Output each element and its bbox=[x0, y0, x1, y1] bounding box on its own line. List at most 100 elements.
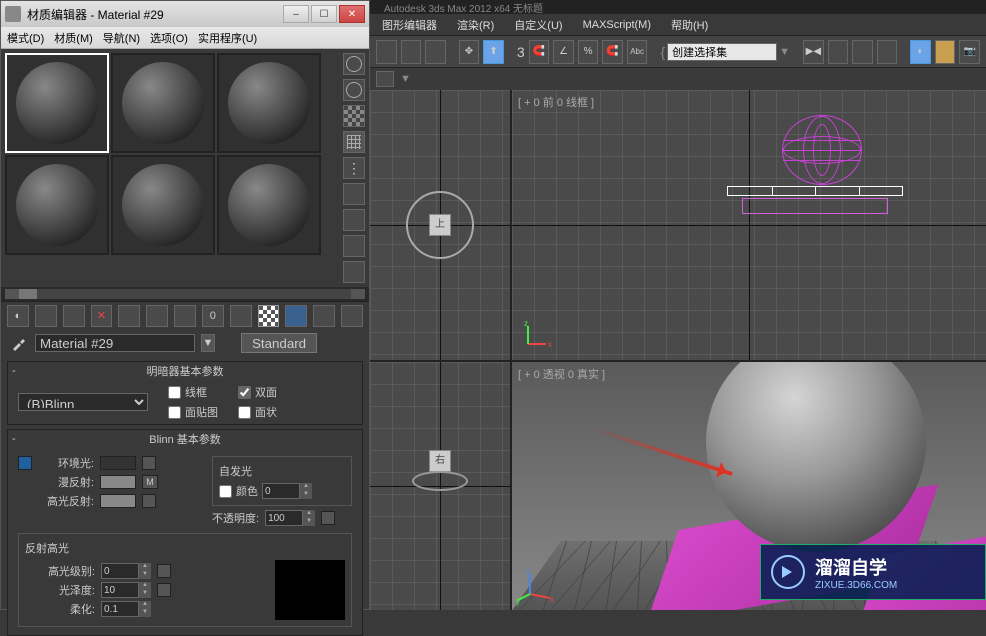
render-setup-button[interactable] bbox=[935, 40, 956, 64]
render-frame-button[interactable]: 📷 bbox=[959, 40, 980, 64]
assign-to-selection-button[interactable] bbox=[63, 305, 85, 327]
bind-spacewarp-button[interactable] bbox=[425, 40, 446, 64]
maximize-button[interactable]: ☐ bbox=[311, 5, 337, 23]
menu-navigate[interactable]: 导航(N) bbox=[103, 30, 140, 46]
snap-options-button[interactable]: Abc bbox=[627, 40, 648, 64]
spec-level-map-button[interactable] bbox=[157, 564, 171, 578]
named-selection-input[interactable] bbox=[667, 43, 777, 61]
opacity-value[interactable] bbox=[265, 510, 303, 526]
self-illum-value[interactable] bbox=[262, 483, 300, 499]
backlight-button[interactable] bbox=[343, 79, 365, 101]
soften-input[interactable] bbox=[101, 601, 139, 617]
select-by-material-button[interactable] bbox=[343, 235, 365, 257]
viewport-left[interactable]: 右 bbox=[370, 362, 510, 610]
layer-manager-button[interactable] bbox=[852, 40, 873, 64]
show-map-in-viewport-button[interactable] bbox=[258, 305, 280, 327]
sample-slot-2[interactable] bbox=[111, 53, 215, 153]
percent-snap-button[interactable]: % bbox=[578, 40, 599, 64]
rollout-header[interactable]: - Blinn 基本参数 bbox=[8, 430, 362, 448]
make-unique-button[interactable] bbox=[146, 305, 168, 327]
sample-slot-1[interactable] bbox=[5, 53, 109, 153]
viewport-top[interactable]: 上 bbox=[370, 90, 510, 360]
box-wireframe[interactable] bbox=[742, 198, 888, 214]
go-forward-button[interactable] bbox=[341, 305, 363, 327]
sample-slot-6[interactable] bbox=[217, 155, 321, 255]
select-object-button[interactable]: ✥ bbox=[459, 40, 480, 64]
material-id-button[interactable]: 0 bbox=[202, 305, 224, 327]
curve-editor-button[interactable] bbox=[877, 40, 898, 64]
viewport-front[interactable]: [ + 0 前 0 线框 ] xz bbox=[512, 90, 986, 360]
specular-color-swatch[interactable] bbox=[100, 494, 136, 508]
sample-slot-4[interactable] bbox=[5, 155, 109, 255]
box-wireframe-selected[interactable] bbox=[727, 186, 903, 196]
viewport-label[interactable]: [ + 0 透视 0 真实 ] bbox=[518, 366, 605, 382]
mirror-button[interactable]: ▶◀ bbox=[803, 40, 824, 64]
sample-uv-button[interactable] bbox=[343, 131, 365, 153]
opacity-map-button[interactable] bbox=[321, 511, 335, 525]
unlink-button[interactable] bbox=[401, 40, 422, 64]
gloss-input[interactable] bbox=[101, 582, 139, 598]
sub-tool-1[interactable] bbox=[376, 71, 394, 87]
select-link-button[interactable] bbox=[376, 40, 397, 64]
show-end-result-button[interactable] bbox=[230, 305, 252, 327]
sample-type-button[interactable] bbox=[343, 53, 365, 75]
put-to-scene-button[interactable] bbox=[35, 305, 57, 327]
menu-graph-editors[interactable]: 图形编辑器 bbox=[382, 17, 437, 33]
sample-slot-3[interactable] bbox=[217, 53, 321, 153]
spinner-snap-button[interactable]: 🧲 bbox=[602, 40, 623, 64]
sphere-wireframe[interactable] bbox=[782, 115, 862, 185]
go-to-parent-button[interactable] bbox=[313, 305, 335, 327]
spinner-arrows[interactable]: ▲▼ bbox=[139, 563, 151, 579]
view-cube-face[interactable]: 右 bbox=[429, 450, 451, 472]
material-editor-titlebar[interactable]: 材质编辑器 - Material #29 – ☐ ✕ bbox=[1, 1, 369, 27]
ambient-color-swatch[interactable] bbox=[100, 456, 136, 470]
self-illum-color-checkbox[interactable]: 颜色 ▲▼ bbox=[219, 483, 345, 499]
sample-scrollbar[interactable] bbox=[1, 287, 369, 301]
get-material-button[interactable]: ◐ bbox=[7, 305, 29, 327]
show-shaded-button[interactable] bbox=[285, 305, 307, 327]
specular-lock-button[interactable] bbox=[142, 494, 156, 508]
viewport-perspective[interactable]: [ + 0 透视 0 真实 ] xzy 溜溜自学 ZIXUE.3D66.COM bbox=[512, 362, 986, 610]
video-check-button[interactable] bbox=[343, 157, 365, 179]
scroll-thumb[interactable] bbox=[19, 289, 37, 299]
menu-help[interactable]: 帮助(H) bbox=[671, 17, 708, 33]
align-button[interactable] bbox=[828, 40, 849, 64]
select-move-button[interactable]: ⬆ bbox=[483, 40, 504, 64]
snap-toggle-button[interactable]: 🧲 bbox=[529, 40, 550, 64]
spinner-arrows[interactable]: ▲▼ bbox=[300, 483, 312, 499]
diffuse-map-button[interactable]: M bbox=[142, 475, 158, 489]
ambient-lock-button[interactable] bbox=[18, 456, 32, 470]
material-name-input[interactable] bbox=[35, 334, 195, 352]
minimize-button[interactable]: – bbox=[283, 5, 309, 23]
gloss-map-button[interactable] bbox=[157, 583, 171, 597]
pick-material-button[interactable] bbox=[9, 333, 29, 353]
close-button[interactable]: ✕ bbox=[339, 5, 365, 23]
shader-type-select[interactable]: (B)Blinn bbox=[18, 393, 148, 411]
material-type-button[interactable]: Standard bbox=[241, 333, 317, 353]
make-preview-button[interactable] bbox=[343, 183, 365, 205]
diffuse-color-swatch[interactable] bbox=[100, 475, 136, 489]
menu-customize[interactable]: 自定义(U) bbox=[514, 17, 562, 33]
menu-options[interactable]: 选项(O) bbox=[150, 30, 188, 46]
material-name-dropdown[interactable]: ▼ bbox=[201, 334, 215, 352]
spinner-arrows[interactable]: ▲▼ bbox=[139, 582, 151, 598]
faceted-checkbox[interactable]: 面状 bbox=[238, 404, 277, 420]
spinner-arrows[interactable]: ▲▼ bbox=[139, 601, 151, 617]
sample-slot-5[interactable] bbox=[111, 155, 215, 255]
viewport-label[interactable]: [ + 0 前 0 线框 ] bbox=[518, 94, 594, 110]
material-map-navigator-button[interactable] bbox=[343, 261, 365, 283]
menu-maxscript[interactable]: MAXScript(M) bbox=[583, 19, 651, 31]
menu-utility[interactable]: 实用程序(U) bbox=[198, 30, 257, 46]
background-button[interactable] bbox=[343, 105, 365, 127]
menu-render[interactable]: 渲染(R) bbox=[457, 17, 494, 33]
spinner-arrows[interactable]: ▲▼ bbox=[303, 510, 315, 526]
scroll-left-button[interactable] bbox=[5, 289, 19, 299]
menu-material[interactable]: 材质(M) bbox=[54, 30, 93, 46]
menu-mode[interactable]: 模式(D) bbox=[7, 30, 44, 46]
put-to-library-button[interactable] bbox=[174, 305, 196, 327]
ambient-diffuse-lock[interactable] bbox=[142, 456, 156, 470]
options-button[interactable] bbox=[343, 209, 365, 231]
reset-map-button[interactable]: ✕ bbox=[91, 305, 113, 327]
facemap-checkbox[interactable]: 面贴图 bbox=[168, 404, 218, 420]
wire-checkbox[interactable]: 线框 bbox=[168, 384, 218, 400]
